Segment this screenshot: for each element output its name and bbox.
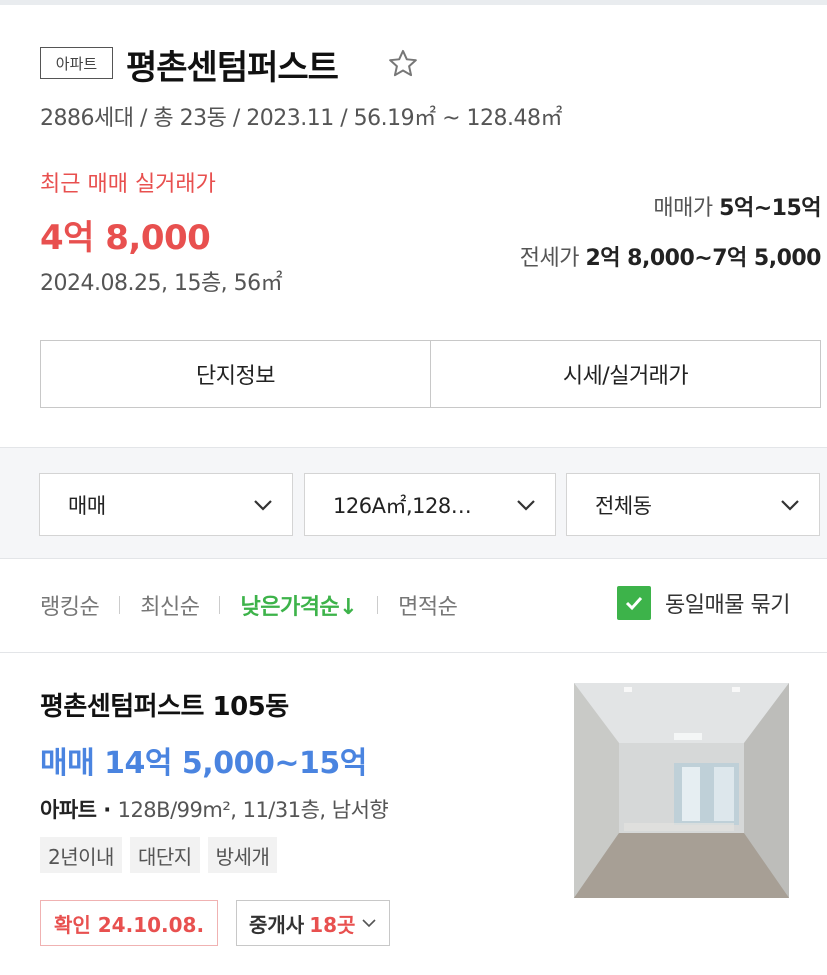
- agent-count: 18곳: [309, 912, 356, 937]
- chevron-down-icon: [362, 919, 377, 928]
- listing-tag: 방세개: [207, 837, 278, 873]
- jeonse-price-range: 전세가 2억 8,000~7억 5,000: [519, 240, 822, 272]
- area-select[interactable]: 126A㎡,128…: [304, 473, 556, 536]
- jeonse-price-value: 2억 8,000~7억 5,000: [585, 246, 821, 271]
- top-border: [0, 0, 827, 5]
- chevron-down-icon: [781, 500, 799, 511]
- star-outline-icon[interactable]: [386, 47, 420, 81]
- sort-options: 랭킹순 최신순 낮은가격순↓ 면적순: [40, 585, 458, 625]
- room-photo: [574, 683, 789, 898]
- sale-price-label: 매매가: [653, 196, 713, 221]
- listing-tag: 2년이내: [40, 837, 122, 873]
- group-checkbox[interactable]: [617, 586, 651, 620]
- listing-tag: 대단지: [129, 837, 200, 873]
- info-tabs: 단지정보 시세/실거래가: [40, 340, 821, 408]
- complex-meta: 2886세대 / 총 23동 / 2023.11 / 56.19㎡ ~ 128.…: [40, 106, 563, 131]
- sort-latest[interactable]: 최신순: [140, 589, 200, 621]
- filter-bar: 매매 126A㎡,128… 전체동: [0, 447, 827, 559]
- building-select[interactable]: 전체동: [566, 473, 820, 536]
- list-divider: [0, 652, 827, 653]
- listing-spec: 아파트 · 128B/99m², 11/31층, 남서향: [40, 794, 389, 824]
- trade-type-value: 매매: [68, 493, 106, 518]
- property-type-badge: 아파트: [40, 47, 113, 79]
- sort-divider: [377, 596, 379, 614]
- check-icon: [625, 596, 643, 611]
- listing-photo[interactable]: [574, 683, 789, 898]
- group-same-listings-toggle[interactable]: 동일매물 묶기: [617, 586, 790, 620]
- trade-type-select[interactable]: 매매: [39, 473, 293, 536]
- jeonse-price-label: 전세가: [519, 246, 580, 271]
- sort-lowest-price[interactable]: 낮은가격순↓: [240, 589, 357, 621]
- recent-trade-detail: 2024.08.25, 15층, 56㎡: [40, 271, 283, 296]
- complex-name: 평촌센텀퍼스트: [126, 48, 339, 88]
- chevron-down-icon: [254, 500, 272, 511]
- listing-spec-detail: 128B/99m², 11/31층, 남서향: [117, 798, 389, 822]
- sort-ranking[interactable]: 랭킹순: [40, 589, 100, 621]
- sale-price-range: 매매가 5억~15억: [653, 190, 821, 222]
- confirm-date-badge: 확인 24.10.08.: [40, 900, 219, 946]
- chevron-down-icon: [517, 500, 535, 511]
- sale-price-value: 5억~15억: [719, 196, 821, 221]
- recent-trade-price: 4억 8,000: [40, 218, 211, 258]
- agent-label: 중개사: [249, 912, 305, 937]
- area-value: 126A㎡,128…: [333, 493, 472, 518]
- listing-title[interactable]: 평촌센텀퍼스트 105동: [40, 686, 289, 723]
- listing-price: 매매 14억 5,000~15억: [40, 746, 367, 781]
- agent-count-button[interactable]: 중개사 18곳: [236, 900, 391, 946]
- sort-area[interactable]: 면적순: [398, 589, 458, 621]
- tab-complex-info[interactable]: 단지정보: [41, 341, 430, 407]
- sort-divider: [119, 596, 121, 614]
- spec-separator: ·: [96, 798, 118, 822]
- sort-divider: [219, 596, 221, 614]
- listing-tags: 2년이내 대단지 방세개: [40, 837, 285, 873]
- tab-market-price[interactable]: 시세/실거래가: [430, 341, 820, 407]
- building-value: 전체동: [595, 493, 652, 518]
- listing-spec-type: 아파트: [40, 798, 97, 822]
- recent-trade-label: 최근 매매 실거래가: [40, 172, 216, 197]
- group-label: 동일매물 묶기: [665, 593, 790, 618]
